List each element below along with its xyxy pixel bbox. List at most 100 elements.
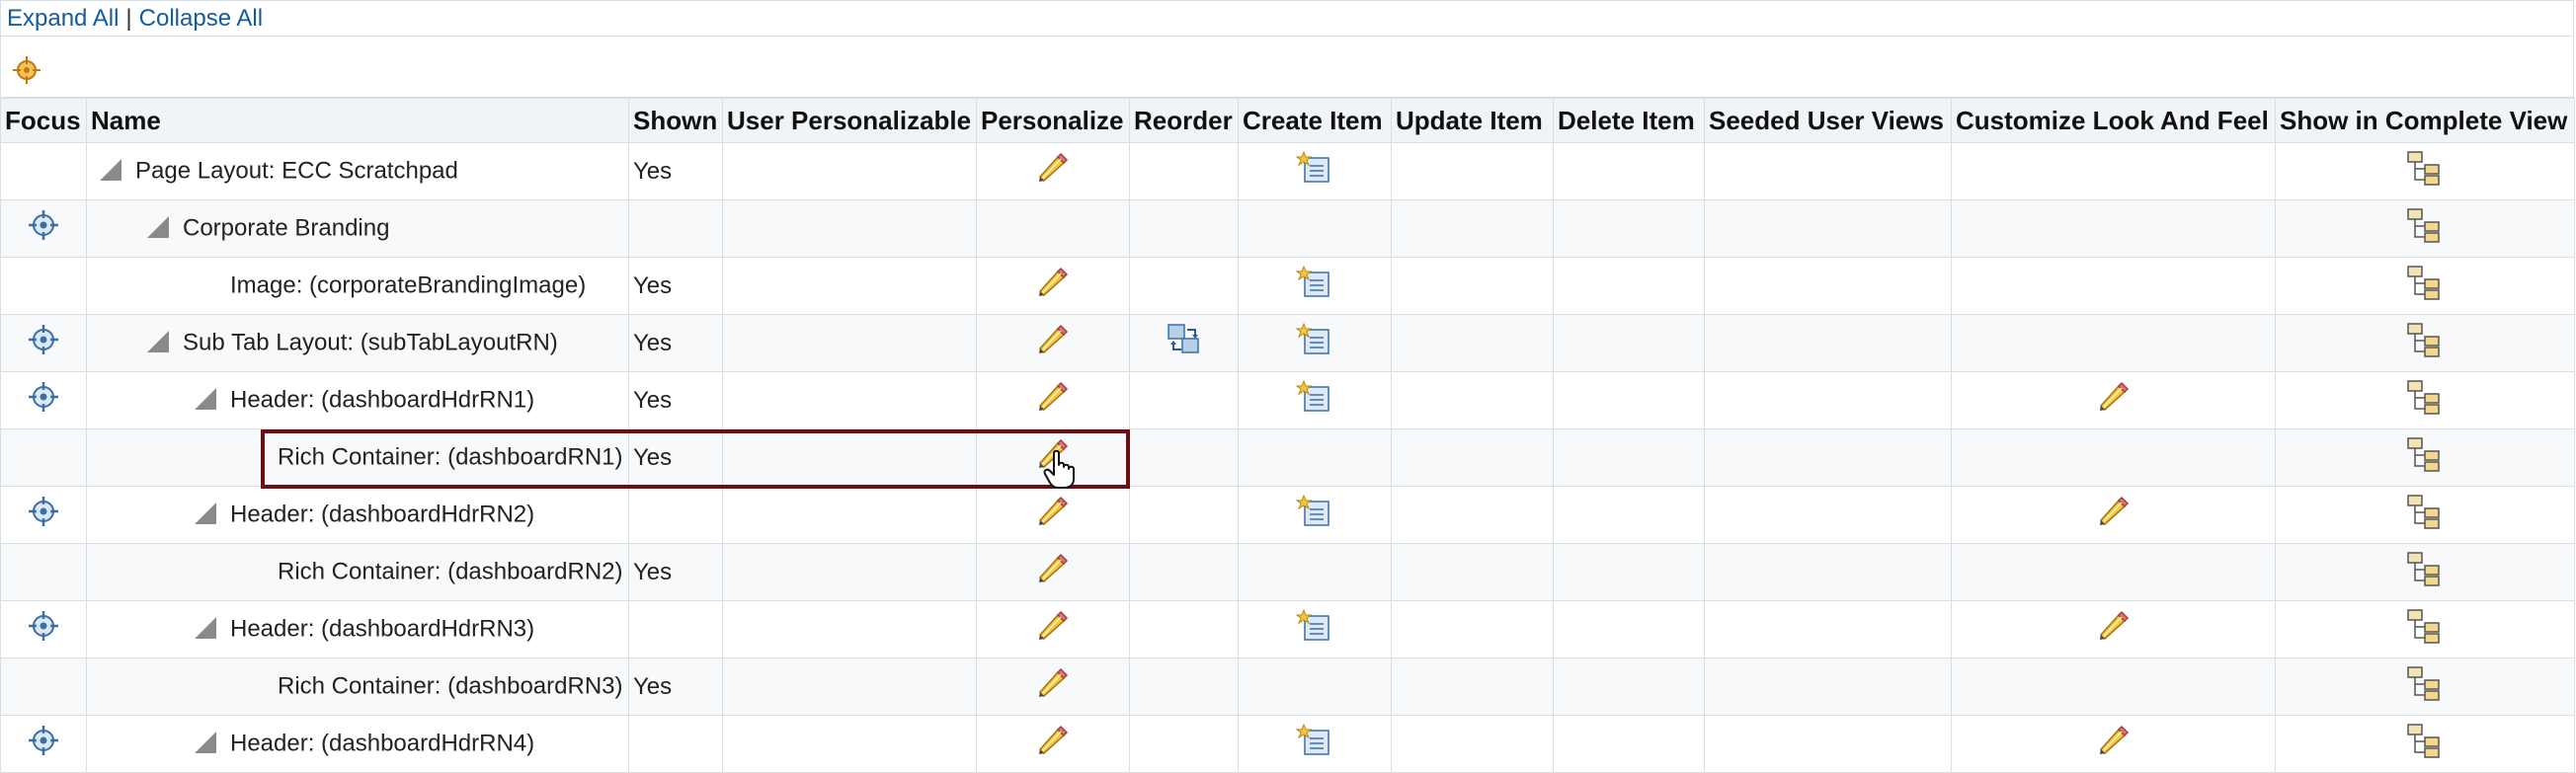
pencil-icon[interactable] xyxy=(1036,266,1070,306)
reorder-cell xyxy=(1129,199,1239,258)
hierarchy-icon[interactable] xyxy=(2405,435,2445,480)
expand-collapse-icon[interactable] xyxy=(195,616,216,639)
expand-collapse-icon[interactable] xyxy=(100,158,121,181)
hierarchy-icon[interactable] xyxy=(2405,664,2445,709)
personalize-cell xyxy=(976,314,1130,372)
update-item-cell xyxy=(1391,199,1554,258)
crosshair-icon[interactable] xyxy=(27,323,60,363)
customize-look-and-feel-cell xyxy=(1951,600,2276,658)
pencil-icon[interactable] xyxy=(1036,609,1070,650)
reorder-cell xyxy=(1129,543,1239,601)
expand-all-link[interactable]: Expand All xyxy=(7,5,119,33)
create-item-icon[interactable] xyxy=(1295,379,1333,422)
focus-toolbar-icon[interactable] xyxy=(11,54,42,91)
expand-collapse-icon[interactable] xyxy=(195,387,216,410)
table-row: Header: (dashboardHdrRN1) Yes xyxy=(0,371,2575,429)
update-item-cell xyxy=(1391,600,1554,658)
pencil-icon[interactable] xyxy=(1036,724,1070,764)
column-header-focus: Focus xyxy=(0,98,87,143)
show-in-complete-view-cell xyxy=(2275,142,2575,200)
shown-cell xyxy=(628,600,723,658)
seeded-user-views-cell xyxy=(1704,371,1952,429)
create-item-icon[interactable] xyxy=(1295,608,1333,651)
user-personalizable-cell xyxy=(722,371,977,429)
user-personalizable-cell xyxy=(722,715,977,773)
name-cell: Header: (dashboardHdrRN2) xyxy=(86,486,629,544)
name-cell: Rich Container: (dashboardRN3) xyxy=(86,657,629,716)
show-in-complete-view-cell xyxy=(2275,715,2575,773)
pencil-icon[interactable] xyxy=(1036,323,1070,363)
shown-cell: Yes xyxy=(628,142,723,200)
crosshair-icon[interactable] xyxy=(27,380,60,421)
reorder-cell xyxy=(1129,142,1239,200)
pencil-icon[interactable] xyxy=(1036,151,1070,192)
hierarchy-icon[interactable] xyxy=(2405,149,2445,193)
pencil-icon[interactable] xyxy=(2097,380,2131,421)
expand-collapse-icon[interactable] xyxy=(147,215,169,238)
hierarchy-icon[interactable] xyxy=(2405,264,2445,308)
user-personalizable-cell xyxy=(722,428,977,487)
shown-cell: Yes xyxy=(628,257,723,315)
user-personalizable-cell xyxy=(722,142,977,200)
pencil-icon[interactable] xyxy=(2097,495,2131,535)
create-item-cell xyxy=(1238,371,1392,429)
crosshair-icon[interactable] xyxy=(27,724,60,764)
expand-collapse-icon[interactable] xyxy=(147,330,169,352)
create-item-cell xyxy=(1238,657,1392,716)
hierarchy-icon[interactable] xyxy=(2405,206,2445,251)
pencil-icon[interactable] xyxy=(2097,609,2131,650)
name-cell: Header: (dashboardHdrRN4) xyxy=(86,715,629,773)
personalize-cell xyxy=(976,715,1130,773)
create-item-icon[interactable] xyxy=(1295,723,1333,765)
table-row: Rich Container: (dashboardRN1) Yes xyxy=(0,428,2575,487)
node-name: Rich Container: (dashboardRN3) xyxy=(278,672,623,700)
hierarchy-icon[interactable] xyxy=(2405,321,2445,365)
create-item-icon[interactable] xyxy=(1295,150,1333,193)
seeded-user-views-cell xyxy=(1704,543,1952,601)
node-name: Corporate Branding xyxy=(183,214,390,242)
shown-cell: Yes xyxy=(628,543,723,601)
customize-look-and-feel-cell xyxy=(1951,486,2276,544)
create-item-cell xyxy=(1238,199,1392,258)
focus-cell xyxy=(0,257,87,315)
column-header-create-item: Create Item xyxy=(1238,98,1392,143)
personalize-cell xyxy=(976,543,1130,601)
expand-collapse-icon[interactable] xyxy=(195,502,216,524)
collapse-all-link[interactable]: Collapse All xyxy=(139,5,263,33)
pencil-icon[interactable] xyxy=(1036,552,1070,592)
pencil-icon[interactable] xyxy=(1036,380,1070,421)
customize-look-and-feel-cell xyxy=(1951,715,2276,773)
crosshair-icon[interactable] xyxy=(27,208,60,249)
hierarchy-icon[interactable] xyxy=(2405,493,2445,537)
personalize-cell xyxy=(976,199,1130,258)
focus-cell xyxy=(0,543,87,601)
customize-look-and-feel-cell xyxy=(1951,543,2276,601)
name-cell: Rich Container: (dashboardRN2) xyxy=(86,543,629,601)
hierarchy-icon[interactable] xyxy=(2405,722,2445,766)
column-header-name: Name xyxy=(86,98,629,143)
crosshair-icon[interactable] xyxy=(27,495,60,535)
hierarchy-icon[interactable] xyxy=(2405,607,2445,652)
pencil-icon[interactable] xyxy=(1036,495,1070,535)
table-row: Image: (corporateBrandingImage) Yes xyxy=(0,257,2575,315)
create-item-icon[interactable] xyxy=(1295,265,1333,307)
table-row: Corporate Branding xyxy=(0,199,2575,258)
name-cell: Sub Tab Layout: (subTabLayoutRN) xyxy=(86,314,629,372)
reorder-icon[interactable] xyxy=(1166,322,1203,364)
focus-toolbar xyxy=(0,36,2574,98)
table-row: Header: (dashboardHdrRN2) xyxy=(0,486,2575,544)
tree-toolbar: Expand All | Collapse All xyxy=(0,0,2574,36)
pencil-icon[interactable] xyxy=(1036,666,1070,707)
personalize-cell xyxy=(976,486,1130,544)
crosshair-icon[interactable] xyxy=(27,609,60,650)
create-item-icon[interactable] xyxy=(1295,494,1333,536)
create-item-icon[interactable] xyxy=(1295,322,1333,364)
user-personalizable-cell xyxy=(722,314,977,372)
focus-cell xyxy=(0,486,87,544)
show-in-complete-view-cell xyxy=(2275,371,2575,429)
table-row: Header: (dashboardHdrRN3) xyxy=(0,600,2575,658)
expand-collapse-icon[interactable] xyxy=(195,731,216,753)
hierarchy-icon[interactable] xyxy=(2405,550,2445,594)
pencil-icon[interactable] xyxy=(2097,724,2131,764)
hierarchy-icon[interactable] xyxy=(2405,378,2445,423)
